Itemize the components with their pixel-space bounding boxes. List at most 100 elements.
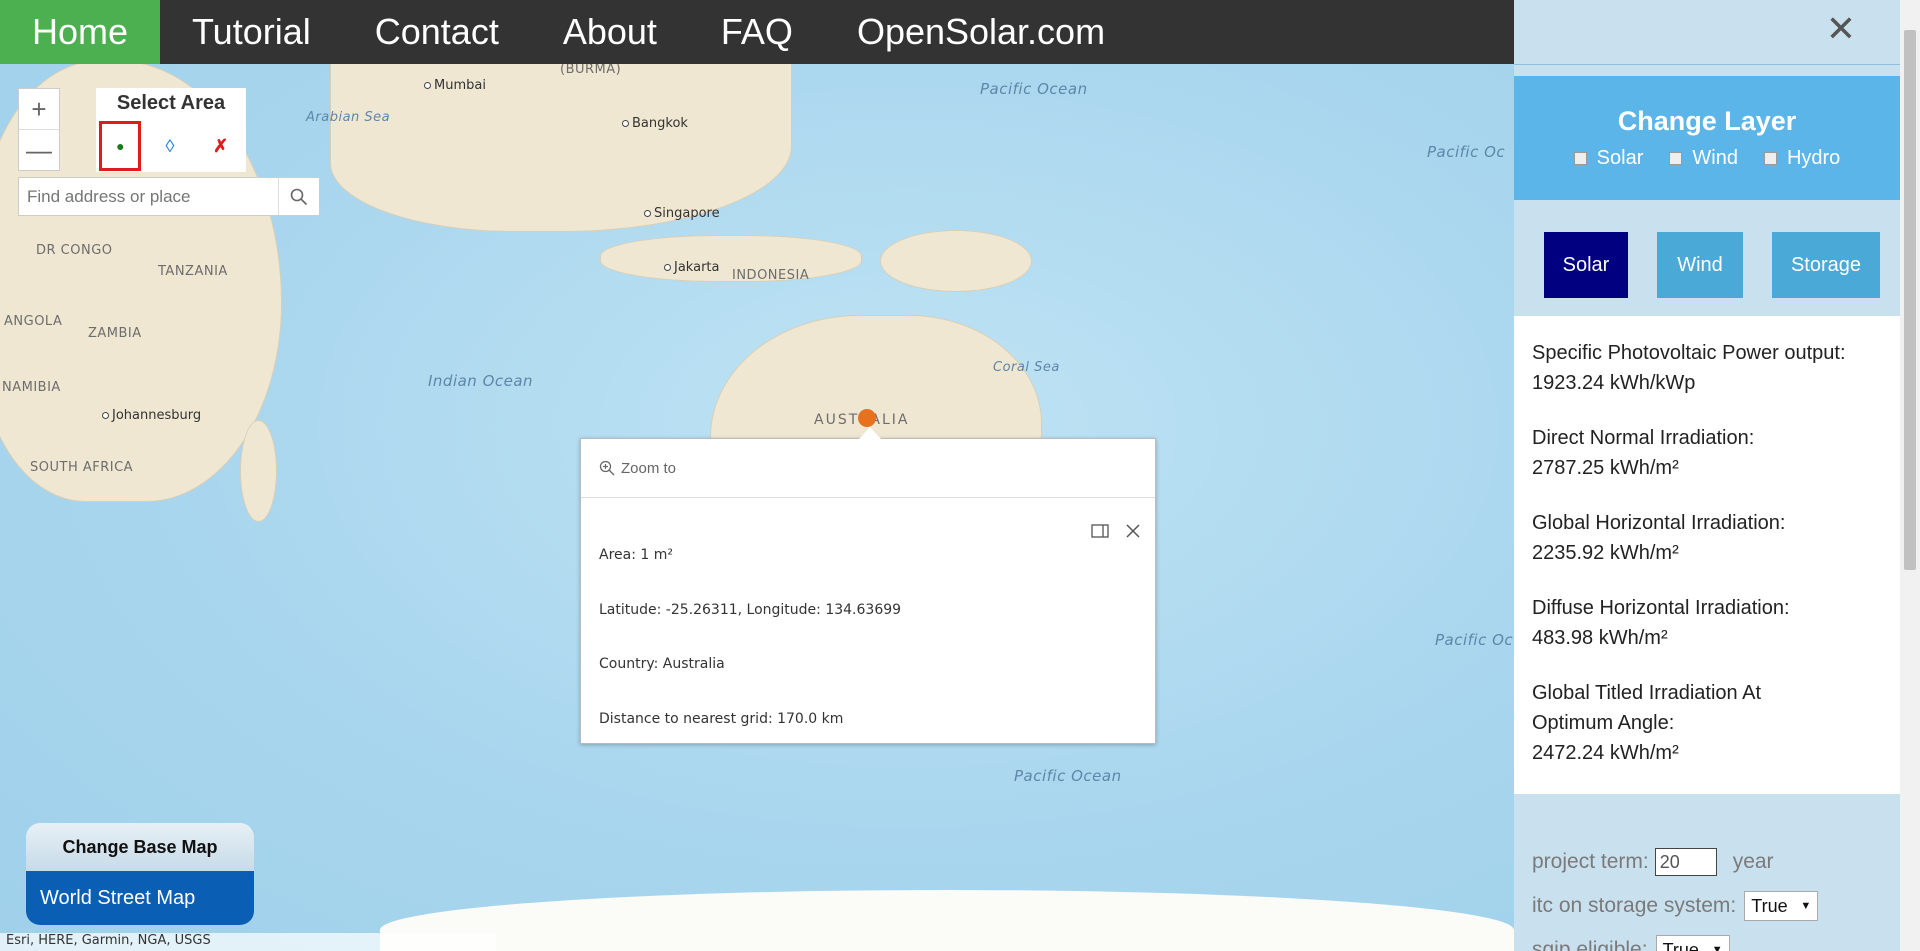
zoom-to-link[interactable]: Zoom to (581, 439, 1155, 498)
project-term-unit: year (1732, 850, 1774, 873)
side-panel: ✕ Change Layer Solar Wind Hydro Solar Wi… (1514, 0, 1920, 951)
divider (1514, 64, 1920, 65)
zoom-control: + — (18, 88, 60, 171)
asia-landmass (330, 60, 792, 232)
nav-faq[interactable]: FAQ (689, 0, 825, 64)
panel-scrollbar[interactable] (1900, 0, 1920, 951)
search-input[interactable] (19, 178, 278, 215)
zoom-to-label: Zoom to (621, 459, 677, 477)
nav-home[interactable]: Home (0, 0, 161, 64)
itc-label: itc on storage system: (1532, 894, 1737, 917)
map-attribution: Esri, HERE, Garmin, NGA, USGS (0, 933, 496, 951)
metric-gti: Global Titled Irradiation At Optimum Angl… (1532, 682, 1762, 764)
nav-opensolar[interactable]: OpenSolar.com (825, 0, 1137, 64)
close-panel-button[interactable]: ✕ (1826, 8, 1856, 50)
sgip-row: sgip eligible: True ▼ (1532, 928, 1818, 951)
antarctica (380, 890, 1514, 951)
search-icon (290, 188, 308, 205)
itc-row: itc on storage system: True ▼ (1532, 884, 1819, 928)
info-popup: Zoom to Area: 1 m² Latitude: -25.26311, … (580, 427, 1156, 744)
nav-about[interactable]: About (531, 0, 689, 64)
city-dot-icon (424, 82, 431, 89)
scrollbar-thumb[interactable] (1904, 30, 1916, 570)
top-navbar: Home Tutorial Contact About FAQ OpenSola… (0, 0, 1514, 64)
change-layer-section: Change Layer Solar Wind Hydro (1514, 76, 1900, 200)
tab-wind[interactable]: Wind (1657, 232, 1743, 298)
country-label: SOUTH AFRICA (30, 460, 134, 475)
popup-coordinates: Latitude: -25.26311, Longitude: 134.6369… (599, 602, 902, 618)
location-marker-icon[interactable] (858, 409, 876, 427)
city-label: Mumbai (424, 78, 486, 93)
sgip-select[interactable]: True ▼ (1655, 935, 1730, 951)
popup-grid-distance: Distance to nearest grid: 170.0 km (599, 711, 844, 727)
country-label: NAMIBIA (2, 380, 61, 395)
dock-icon[interactable] (1091, 523, 1109, 544)
dropdown-arrow-icon: ▼ (1711, 944, 1723, 951)
metric-ghi: Global Horizontal Irradiation: 2235.92 kW… (1532, 512, 1786, 564)
metric-dhi: Diffuse Horizontal Irradiation: 483.98 kW… (1532, 597, 1790, 649)
zoom-in-icon (599, 460, 615, 476)
itc-select[interactable]: True ▼ (1744, 891, 1819, 921)
city-dot-icon (102, 412, 109, 419)
city-label: Johannesburg (102, 408, 201, 423)
clear-tool-button[interactable]: ✗ (199, 121, 243, 171)
red-x-icon: ✗ (213, 135, 229, 156)
point-tool-button[interactable]: ● (99, 121, 142, 171)
select-area-title: Select Area (116, 92, 226, 114)
nav-contact[interactable]: Contact (343, 0, 531, 64)
country-label: ANGOLA (4, 314, 63, 329)
layer-hydro-option[interactable]: Hydro (1763, 147, 1840, 170)
ocean-label: Pacific Ocean (980, 80, 1088, 98)
ocean-label: Pacific Oc (1427, 143, 1506, 161)
zoom-in-button[interactable]: + (19, 89, 59, 129)
city-label: Singapore (644, 206, 720, 221)
ocean-label: Pacific Ocean (1014, 767, 1122, 785)
tab-solar[interactable]: Solar (1544, 232, 1628, 298)
sgip-label: sgip eligible: (1532, 938, 1648, 951)
city-dot-icon (622, 120, 629, 127)
zoom-out-button[interactable]: — (19, 129, 59, 170)
project-config: project term: year itc on storage system… (1532, 840, 1819, 951)
nav-tutorial[interactable]: Tutorial (160, 0, 343, 64)
city-label: Jakarta (664, 260, 719, 275)
indonesia-landmass (600, 235, 862, 282)
change-layer-title: Change Layer (1617, 106, 1797, 136)
metric-dni: Direct Normal Irradiation: 2787.25 kWh/m² (1532, 427, 1755, 479)
checkbox-icon[interactable] (1763, 152, 1777, 165)
layer-solar-option[interactable]: Solar (1573, 147, 1643, 170)
select-area-panel: Select Area ● ◊ ✗ (96, 88, 246, 172)
checkbox-icon[interactable] (1669, 152, 1683, 165)
country-label: ZAMBIA (88, 326, 142, 341)
search-button[interactable] (278, 178, 319, 215)
project-term-input[interactable] (1654, 848, 1717, 876)
close-icon[interactable] (1125, 523, 1141, 544)
ocean-label: Arabian Sea (306, 110, 391, 125)
popup-area: Area: 1 m² (599, 547, 673, 563)
point-icon: ● (116, 138, 125, 154)
country-label: INDONESIA (732, 268, 810, 283)
project-term-row: project term: year (1532, 840, 1818, 884)
checkbox-icon[interactable] (1573, 152, 1587, 165)
popup-pointer (859, 427, 881, 439)
png-landmass (880, 230, 1032, 292)
popup-country: Country: Australia (599, 656, 725, 672)
search-box (18, 177, 320, 216)
ocean-label: Indian Ocean (428, 372, 534, 390)
madagascar-landmass (240, 420, 277, 522)
country-label: TANZANIA (158, 264, 228, 279)
project-term-label: project term: (1532, 850, 1649, 873)
ocean-label: Pacific Oc (1435, 631, 1514, 649)
metric-pv-output: Specific Photovoltaic Power output: 1923.… (1532, 342, 1846, 394)
dropdown-arrow-icon: ▼ (1800, 900, 1812, 912)
basemap-select-button[interactable]: World Street Map (26, 871, 254, 925)
city-dot-icon (664, 264, 671, 271)
country-label: DR CONGO (36, 243, 113, 258)
ocean-label: Coral Sea (993, 360, 1060, 375)
solar-metrics-panel: Specific Photovoltaic Power output: 1923.… (1514, 316, 1900, 794)
tab-storage[interactable]: Storage (1772, 232, 1880, 298)
polygon-tool-button[interactable]: ◊ (148, 121, 192, 171)
diamond-icon: ◊ (165, 135, 175, 156)
country-label: (BURMA) (560, 62, 622, 77)
layer-wind-option[interactable]: Wind (1669, 147, 1738, 170)
city-label: Bangkok (622, 116, 688, 131)
